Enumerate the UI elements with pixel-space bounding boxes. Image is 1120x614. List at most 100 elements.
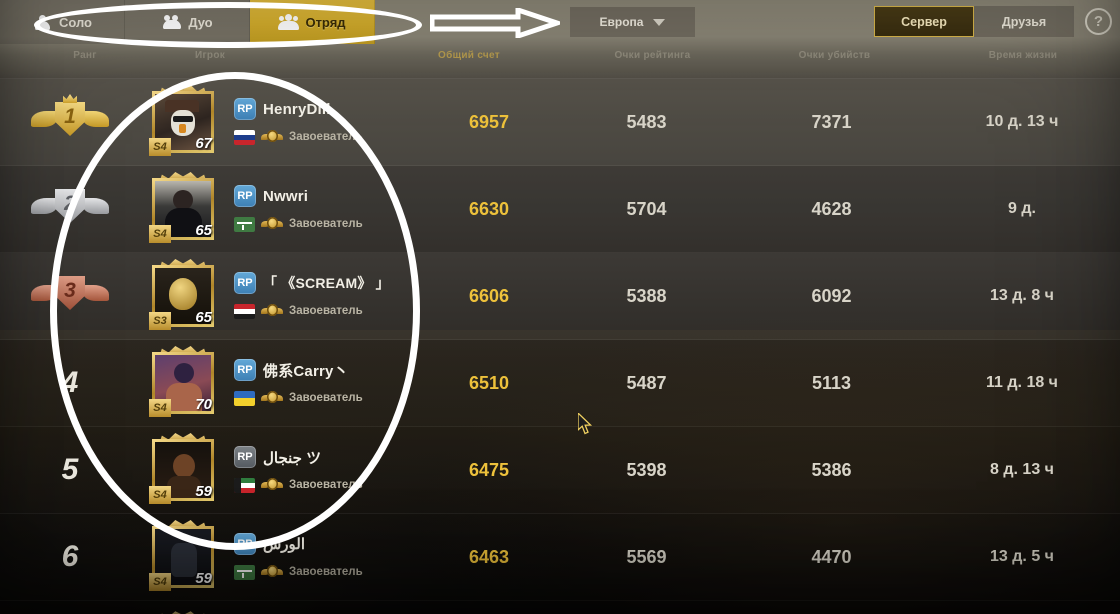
rating-points-value: 5398 [626, 459, 667, 480]
rank-cell: 5 [0, 453, 140, 487]
flag-icon [234, 303, 255, 319]
col-header-total-score: Общий счет [438, 50, 500, 61]
season-tag: S3 [149, 312, 171, 330]
rank-number: 6 [61, 540, 79, 573]
tier-label: Завоеватель [289, 566, 363, 578]
total-score-value: 6630 [468, 198, 510, 219]
rank-cell: 3 [0, 273, 140, 319]
season-tag: S4 [149, 573, 171, 591]
avatar-cell[interactable]: S4 70 [140, 345, 226, 417]
player-cell: RP 「 《SCREAM》 」 Завоеватель [226, 270, 424, 322]
kill-points-value: 5386 [811, 459, 852, 480]
avatar-cell[interactable]: S4 67 [140, 84, 226, 156]
tab-solo[interactable]: Соло [0, 0, 125, 44]
solo-icon [32, 14, 54, 30]
table-row[interactable]: 5 S4 59 RP جنجال ツ Завоеватель 6475 5398… [0, 427, 1120, 514]
avatar-cell[interactable]: S4 59 [140, 432, 226, 504]
bronze-rank-badge: 3 [31, 273, 109, 319]
kill-points-value: 4470 [811, 546, 852, 567]
tab-solo-label: Соло [58, 14, 93, 30]
table-row[interactable]: 4 S4 70 RP 佛系Carry丶 Завоеватель 6510 548… [0, 340, 1120, 427]
total-score-value: 6957 [468, 111, 510, 132]
clan-tag: RP [234, 98, 256, 120]
tier-icon [261, 564, 283, 580]
player-cell: RP Nwwri Завоеватель [226, 183, 424, 235]
table-row[interactable]: 2 S4 65 RP Nwwri Завоеватель 6630 5704 4… [0, 166, 1120, 253]
region-dropdown[interactable]: Европа [570, 7, 695, 37]
duo-icon [161, 14, 183, 30]
col-header-rating-points: Очки рейтинга [614, 50, 691, 61]
rating-points-value: 5483 [626, 111, 667, 132]
player-level: 65 [195, 222, 212, 239]
top-bar: Соло Дуо Отряд Европа Сервер Друзья ? [0, 0, 1120, 44]
player-cell: RP 佛系Carry丶 Завоеватель [226, 357, 424, 409]
scope-friends-button[interactable]: Друзья [974, 6, 1074, 37]
table-row[interactable]: 6 S4 59 RP الورس Завоеватель 6463 5569 4… [0, 514, 1120, 601]
player-name: HenryDill [263, 100, 331, 118]
player-name: Nwwri [263, 187, 309, 205]
leaderboard-rows: 1 S4 67 RP HenryDill Завоеватель 6957 54… [0, 79, 1120, 614]
avatar[interactable]: S4 67 [149, 84, 214, 156]
scope-button-group: Сервер Друзья [874, 6, 1074, 37]
time-alive-value: 10 д. 13 ч [985, 113, 1059, 130]
time-alive-value: 11 д. 18 ч [986, 374, 1058, 391]
season-tag: S4 [149, 399, 171, 417]
kill-points-value: 6092 [811, 285, 852, 306]
table-row[interactable]: 3 S3 65 RP 「 《SCREAM》 」 Завоеватель 6606… [0, 253, 1120, 340]
rating-points-value: 5569 [626, 546, 667, 567]
total-score-value: 6606 [468, 285, 510, 306]
kill-points-value: 4628 [811, 198, 852, 219]
tab-duo-label: Дуо [188, 14, 213, 30]
kill-points-value: 5113 [811, 372, 852, 393]
scope-server-button[interactable]: Сервер [874, 6, 974, 37]
total-score-value: 6510 [468, 372, 510, 393]
avatar-cell[interactable]: S4 59 [140, 519, 226, 591]
avatar-cell[interactable]: S4 65 [140, 171, 226, 243]
tier-icon [261, 390, 283, 406]
flag-icon [234, 564, 255, 580]
tab-squad[interactable]: Отряд [250, 0, 375, 44]
flag-icon [234, 477, 255, 493]
table-row-partial[interactable] [0, 601, 1120, 614]
player-cell: RP الورس Завоеватель [226, 531, 424, 583]
rank-cell: 1 [0, 99, 140, 145]
squad-icon [278, 14, 300, 30]
player-name: 佛系Carry丶 [263, 362, 349, 380]
player-level: 59 [195, 570, 212, 587]
tab-squad-label: Отряд [305, 14, 346, 30]
rank-cell: 6 [0, 540, 140, 574]
avatar[interactable]: S4 70 [149, 345, 214, 417]
flag-icon [234, 129, 255, 145]
col-header-time-alive: Время жизни [988, 50, 1058, 61]
mode-tabs: Соло Дуо Отряд [0, 0, 375, 44]
crown-icon [159, 611, 207, 614]
tier-label: Завоеватель [289, 392, 363, 404]
player-level: 70 [195, 396, 212, 413]
tier-icon [261, 216, 283, 232]
leaderboard-screen: Соло Дуо Отряд Европа Сервер Друзья ? Ра… [0, 0, 1120, 614]
time-alive-value: 13 д. 5 ч [990, 548, 1054, 565]
player-name: 「 《SCREAM》 」 [263, 275, 390, 291]
help-icon[interactable]: ? [1085, 8, 1112, 35]
avatar[interactable]: S4 59 [149, 432, 214, 504]
tier-label: Завоеватель [289, 131, 363, 143]
clan-tag: RP [234, 185, 256, 207]
flag-icon [234, 390, 255, 406]
table-row[interactable]: 1 S4 67 RP HenryDill Завоеватель 6957 54… [0, 79, 1120, 166]
tab-duo[interactable]: Дуо [125, 0, 250, 44]
clan-tag: RP [234, 359, 256, 381]
clan-tag: RP [234, 533, 256, 555]
player-level: 65 [195, 309, 212, 326]
season-tag: S4 [149, 138, 171, 156]
avatar[interactable]: S4 59 [149, 519, 214, 591]
gold-rank-badge: 1 [31, 99, 109, 145]
tier-label: Завоеватель [289, 305, 363, 317]
total-score-value: 6463 [468, 546, 510, 567]
tier-icon [261, 129, 283, 145]
avatar-cell[interactable]: S3 65 [140, 258, 226, 330]
avatar[interactable]: S4 65 [149, 171, 214, 243]
avatar[interactable]: S3 65 [149, 258, 214, 330]
tier-label: Завоеватель [289, 218, 363, 230]
rank-cell: 4 [0, 366, 140, 400]
avatar-cell[interactable] [140, 605, 226, 614]
